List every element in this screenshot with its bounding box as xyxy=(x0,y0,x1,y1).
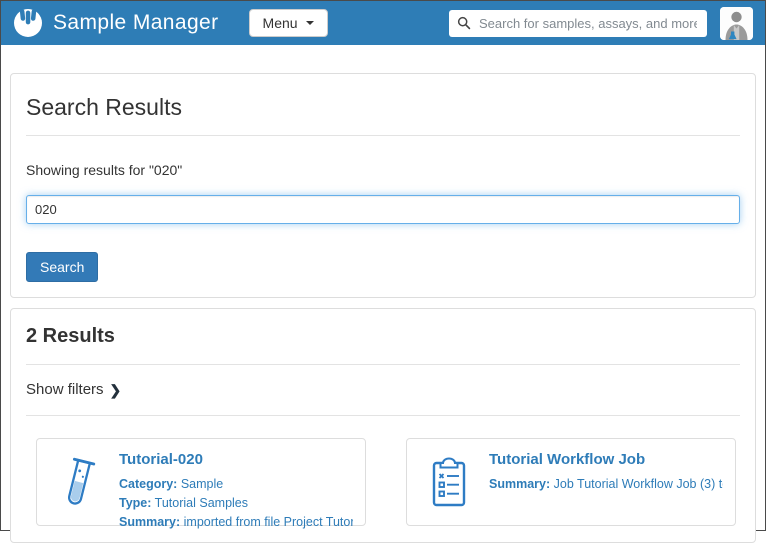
results-divider-bottom xyxy=(26,415,740,416)
clipboard-icon xyxy=(426,454,472,510)
field-value: Job Tutorial Workflow Job (3) team ... xyxy=(554,477,723,491)
results-panel: 2 Results Show filters ❯ xyxy=(10,308,756,543)
main-content: Search Results Showing results for "020"… xyxy=(1,45,765,543)
card-field: Summary: imported from file Project Tuto… xyxy=(119,513,353,532)
app-header: Sample Manager Menu xyxy=(1,1,765,45)
avatar-scientist-icon xyxy=(720,7,753,40)
show-filters-link[interactable]: Show filters ❯ xyxy=(26,381,121,398)
field-label: Category: xyxy=(119,477,177,491)
results-cards: Tutorial-020 Category: Sample Type: Tuto… xyxy=(36,438,730,526)
search-icon xyxy=(457,16,471,30)
field-value: Sample xyxy=(181,477,223,491)
results-count-title: 2 Results xyxy=(26,325,740,348)
labkey-logo-icon xyxy=(13,8,43,38)
result-card-job[interactable]: Tutorial Workflow Job Summary: Job Tutor… xyxy=(406,438,736,526)
caret-down-icon xyxy=(306,21,314,25)
app-title: Sample Manager xyxy=(53,11,219,35)
card-title-link[interactable]: Tutorial Workflow Job xyxy=(489,451,723,468)
header-search-input[interactable] xyxy=(477,15,699,32)
search-results-panel: Search Results Showing results for "020"… xyxy=(10,73,756,298)
search-button[interactable]: Search xyxy=(26,252,98,282)
card-field: Category: Sample xyxy=(119,475,353,494)
results-divider-top xyxy=(26,364,740,365)
card-title-link[interactable]: Tutorial-020 xyxy=(119,451,353,468)
search-query-input[interactable] xyxy=(26,195,740,224)
card-content: Tutorial Workflow Job Summary: Job Tutor… xyxy=(489,447,723,517)
card-field: Summary: Job Tutorial Workflow Job (3) t… xyxy=(489,475,723,494)
user-avatar[interactable] xyxy=(720,7,753,40)
header-search-box xyxy=(449,10,707,37)
page-title: Search Results xyxy=(26,94,740,121)
menu-button-label: Menu xyxy=(263,15,298,31)
card-icon-column xyxy=(49,447,109,517)
test-tube-icon xyxy=(56,451,102,513)
card-field: Type: Tutorial Samples xyxy=(119,494,353,513)
field-value: Tutorial Samples xyxy=(155,496,248,510)
chevron-right-icon: ❯ xyxy=(110,383,122,397)
field-label: Summary: xyxy=(489,477,550,491)
field-label: Type: xyxy=(119,496,151,510)
card-icon-column xyxy=(419,447,479,517)
heading-divider xyxy=(26,135,740,136)
card-content: Tutorial-020 Category: Sample Type: Tuto… xyxy=(119,447,353,517)
show-filters-label: Show filters xyxy=(26,381,104,398)
field-label: Summary: xyxy=(119,515,180,529)
menu-button[interactable]: Menu xyxy=(249,9,328,37)
showing-results-text: Showing results for "020" xyxy=(26,162,740,178)
result-card-sample[interactable]: Tutorial-020 Category: Sample Type: Tuto… xyxy=(36,438,366,526)
field-value: imported from file Project Tutorial... xyxy=(184,515,353,529)
